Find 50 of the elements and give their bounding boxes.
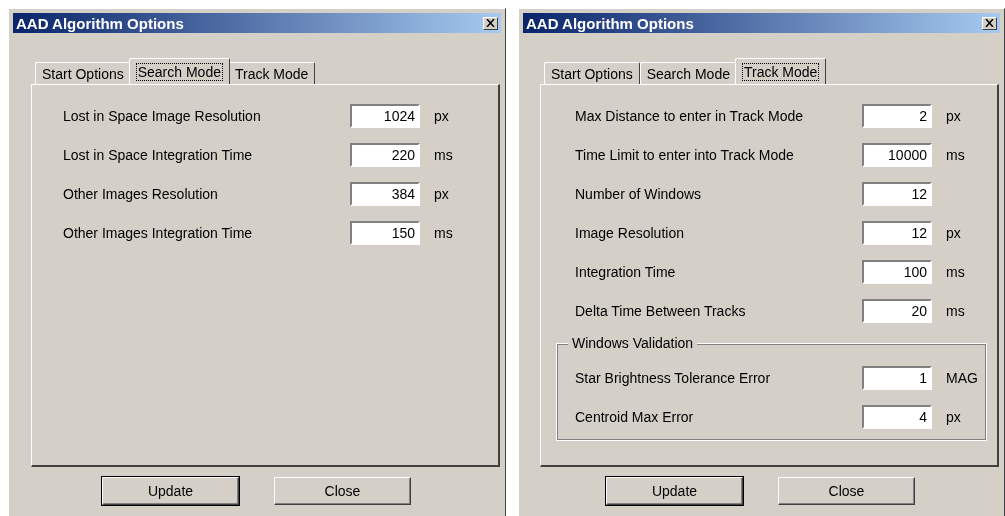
field-label: Other Images Resolution	[63, 186, 219, 202]
group-title: Windows Validation	[568, 335, 698, 351]
tab[interactable]: Track Mode	[228, 62, 316, 84]
window-title: AAD Algorithm Options	[16, 14, 184, 32]
tab[interactable]: Start Options	[544, 62, 640, 84]
close-icon[interactable]	[483, 16, 498, 30]
field-label: Lost in Space Integration Time	[63, 147, 254, 163]
field-label: Number of Windows	[575, 186, 703, 202]
input-field[interactable]: 150	[350, 221, 420, 245]
unit-label: px	[946, 225, 962, 241]
input-field[interactable]: 12	[862, 221, 932, 245]
field-label: Image Resolution	[575, 225, 685, 241]
field-label: Star Brightness Tolerance Error	[575, 370, 772, 386]
field-label: Centroid Max Error	[575, 409, 695, 425]
close-button[interactable]: Close	[274, 477, 411, 505]
unit-label: px	[946, 108, 962, 124]
unit-label: MAG	[946, 370, 979, 386]
field-label: Lost in Space Image Resolution	[63, 108, 262, 124]
field-label: Other Images Integration Time	[63, 225, 254, 241]
unit-label: px	[946, 409, 962, 425]
unit-label: ms	[946, 264, 966, 280]
unit-label: px	[434, 186, 450, 202]
unit-label: ms	[434, 225, 454, 241]
input-field[interactable]: 1	[862, 366, 932, 390]
input-field[interactable]: 20	[862, 299, 932, 323]
input-field[interactable]: 2	[862, 104, 932, 128]
tab[interactable]: Start Options	[35, 62, 131, 84]
field-label: Time Limit to enter into Track Mode	[575, 147, 795, 163]
field-label: Max Distance to enter in Track Mode	[575, 108, 804, 124]
update-button[interactable]: Update	[102, 477, 239, 505]
tab[interactable]: Search Mode	[128, 58, 230, 84]
input-field[interactable]: 220	[350, 143, 420, 167]
field-label: Integration Time	[575, 264, 677, 280]
input-field[interactable]: 12	[862, 182, 932, 206]
tab[interactable]: Track Mode	[735, 58, 827, 84]
input-field[interactable]: 384	[350, 182, 420, 206]
unit-label: ms	[434, 147, 454, 163]
unit-label: ms	[946, 303, 966, 319]
tab[interactable]: Search Mode	[639, 62, 737, 84]
unit-label: ms	[946, 147, 966, 163]
update-button[interactable]: Update	[606, 477, 743, 505]
input-field[interactable]: 100	[862, 260, 932, 284]
input-field[interactable]: 1024	[350, 104, 420, 128]
unit-label: px	[434, 108, 450, 124]
close-icon[interactable]	[982, 16, 997, 30]
window-title: AAD Algorithm Options	[526, 14, 694, 32]
close-button[interactable]: Close	[778, 477, 915, 505]
field-label: Delta Time Between Tracks	[575, 303, 747, 319]
input-field[interactable]: 4	[862, 405, 932, 429]
input-field[interactable]: 10000	[862, 143, 932, 167]
